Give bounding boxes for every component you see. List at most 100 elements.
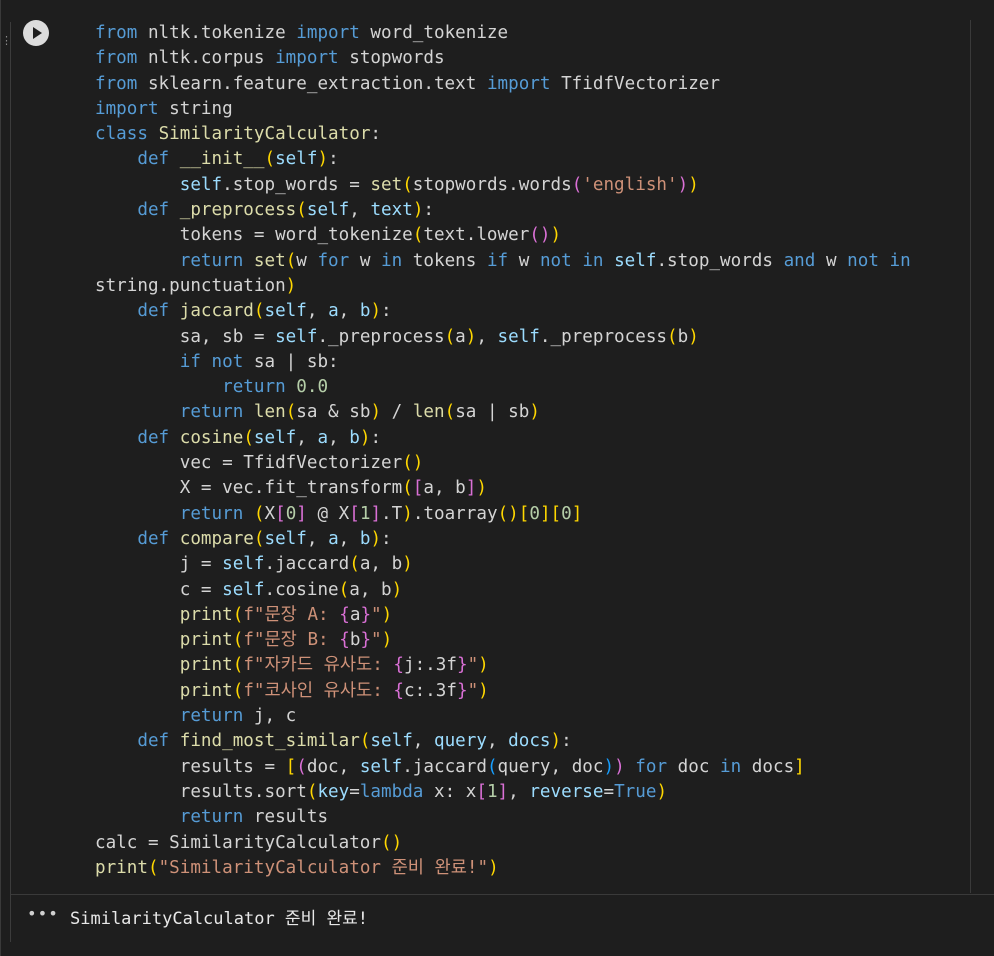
code-token: results =	[95, 756, 286, 777]
code-line: if not sa | sb:	[95, 350, 911, 375]
code-token: (	[232, 680, 244, 701]
code-token: ,	[328, 427, 350, 448]
code-token: self	[222, 579, 265, 600]
code-token: ()	[497, 503, 519, 524]
code-token: nltk.corpus	[137, 48, 276, 69]
code-token: j, c	[243, 706, 297, 727]
code-token: )	[488, 857, 499, 878]
code-token: )	[391, 579, 403, 600]
code-token: vec = TfidfVectorizer	[95, 453, 403, 474]
code-token: 0	[285, 503, 297, 524]
code-token: :	[370, 427, 382, 448]
code-line: results.sort(key=lambda x: x[1], reverse…	[95, 780, 911, 805]
code-token: tokens = word_tokenize	[95, 225, 413, 246]
code-token: a	[317, 427, 329, 448]
code-token: print	[179, 655, 233, 676]
code-token: and	[783, 250, 816, 271]
code-line: self.stop_words = set(stopwords.words('e…	[95, 173, 911, 198]
code-token: nltk.tokenize	[137, 23, 297, 43]
code-token: "	[467, 655, 479, 676]
code-token: .stop_words =	[222, 174, 371, 195]
code-token: }	[456, 655, 468, 676]
run-cell-button[interactable]	[23, 20, 49, 46]
code-token: .cosine	[264, 579, 339, 600]
code-token: c =	[95, 579, 223, 600]
code-token: [	[476, 781, 487, 802]
code-token: (	[232, 630, 244, 651]
code-token: in	[889, 250, 911, 271]
code-token: from	[95, 73, 138, 94]
code-token: 0.0	[296, 377, 329, 398]
code-token: _preprocess	[179, 200, 297, 221]
code-token: :	[370, 124, 382, 145]
code-token: ()	[529, 225, 551, 246]
code-token: j =	[95, 554, 223, 575]
code-token: :	[561, 731, 572, 752]
code-token: (	[296, 756, 307, 777]
code-token: )	[381, 630, 393, 651]
code-token: )	[285, 275, 297, 296]
code-token: .jaccard	[402, 756, 487, 777]
code-token: import	[486, 73, 551, 94]
code-line: return (X[0] @ X[1].T).toarray()[0][0]	[95, 502, 911, 527]
code-token: ._preprocess	[539, 326, 668, 347]
output-divider	[11, 894, 994, 895]
code-token: def	[137, 427, 170, 448]
code-token: self	[275, 149, 318, 170]
code-line: results = [(doc, self.jaccard(query, doc…	[95, 755, 911, 780]
code-line: print(f"코사인 유사도: {c:.3f}")	[95, 679, 911, 704]
code-token: results	[243, 807, 329, 828]
code-token: text.lower	[423, 225, 530, 246]
code-token: b	[359, 301, 371, 322]
code-token: (	[444, 326, 456, 347]
code-editor[interactable]: from nltk.tokenize import word_tokenize f…	[95, 21, 911, 881]
code-line: class SimilarityCalculator:	[95, 122, 911, 147]
output-text: SimilarityCalculator 준비 완료!	[70, 909, 368, 929]
code-token: 1	[359, 503, 371, 524]
code-token: results.sort	[95, 781, 307, 802]
code-line: X = vec.fit_transform([a, b])	[95, 476, 911, 501]
code-token: )	[550, 731, 562, 752]
code-token: jaccard	[179, 301, 254, 322]
code-token: .toarray	[412, 503, 498, 524]
output-menu-button[interactable]: •••	[27, 904, 59, 923]
code-token: return	[179, 706, 244, 727]
code-token: (	[338, 579, 350, 600]
code-token: )	[370, 528, 382, 549]
code-token: w	[349, 250, 382, 271]
code-token: [	[349, 503, 360, 524]
code-token: "	[467, 680, 479, 701]
code-token: doc	[667, 756, 721, 777]
code-token: @ X	[306, 503, 350, 524]
code-token: not	[211, 351, 244, 372]
code-token: a	[349, 604, 361, 625]
code-line: print("SimilarityCalculator 준비 완료!")	[95, 856, 911, 881]
code-token: query, doc	[497, 756, 604, 777]
code-token: self	[253, 427, 297, 448]
editor-ruler	[970, 20, 971, 893]
code-token: (	[253, 503, 265, 524]
code-token: a, b	[359, 554, 403, 575]
code-token: )	[478, 680, 489, 701]
code-token: print	[179, 630, 233, 651]
code-token: )	[370, 402, 382, 423]
code-line: from sklearn.feature_extraction.text imp…	[95, 72, 911, 97]
code-token: x: x	[423, 781, 477, 802]
code-token: )	[465, 326, 477, 347]
code-line: return results	[95, 805, 911, 830]
code-line: print(f"자카드 유사도: {j:.3f}")	[95, 653, 911, 678]
code-token: tokens	[402, 250, 487, 271]
code-token: text	[370, 200, 413, 221]
